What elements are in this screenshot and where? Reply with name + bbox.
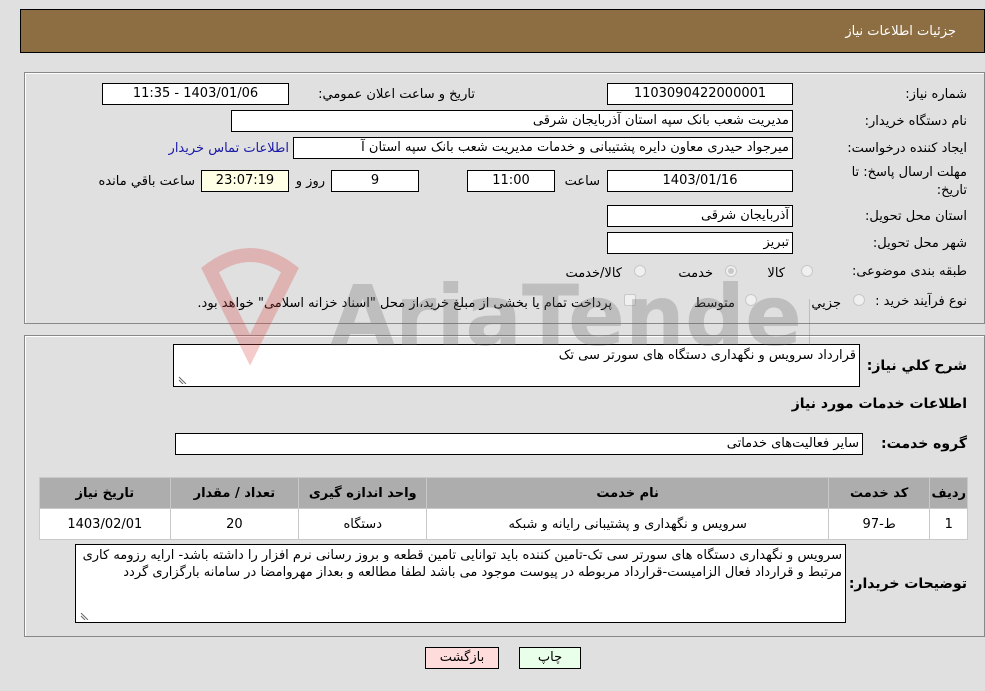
province-field[interactable]: آذربايجان شرقی (607, 205, 793, 227)
announce-datetime-label: تاريخ و ساعت اعلان عمومي: (318, 87, 475, 102)
description-label: شرح کلي نياز: (866, 358, 967, 374)
description-textarea[interactable]: قرارداد سرويس و نگهداری دستگاه های سورتر… (173, 344, 860, 387)
purchase-type-label: نوع فرآيند خريد : (875, 294, 967, 309)
category-radio-service[interactable] (725, 265, 737, 277)
category-option-goods-service: کالا/خدمت (565, 266, 622, 281)
service-group-field[interactable]: ساير فعاليت‌های خدماتی (175, 433, 863, 455)
deadline-label-line1: مهلت ارسال پاسخ: تا (851, 165, 967, 180)
cell-quantity: 20 (170, 509, 299, 539)
print-button[interactable]: چاپ (519, 647, 581, 669)
remaining-days-field[interactable]: 9 (331, 170, 419, 192)
category-option-service: خدمت (678, 266, 713, 281)
col-header-unit: واحد اندازه گيری (299, 478, 427, 508)
province-label: استان محل تحويل: (865, 209, 967, 224)
treasury-note: پرداخت تمام يا بخشی از مبلغ خريد،از محل … (197, 296, 612, 311)
need-number-label: شماره نیاز: (905, 87, 967, 102)
description-text: قرارداد سرويس و نگهداری دستگاه های سورتر… (558, 348, 856, 363)
deadline-label-line2: تاريخ: (936, 183, 967, 198)
buyer-notes-textarea[interactable]: سرويس و نگهداری دستگاه های سورتر سی تک-ت… (75, 544, 846, 623)
cell-need-date: 1403/02/01 (40, 509, 170, 539)
cell-service-code: ط-97 (828, 509, 930, 539)
days-label: روز و (295, 174, 325, 189)
resize-grip-icon[interactable] (79, 610, 89, 620)
purchase-option-minor: جزيي (811, 296, 841, 311)
page-title: جزئیات اطلاعات نیاز (845, 24, 956, 39)
services-table: رديف کد خدمت نام خدمت واحد اندازه گيری ت… (39, 477, 968, 540)
requester-label: ايجاد کننده درخواست: (847, 141, 967, 156)
table-row: 1 ط-97 سرويس و نگهداری و پشتيبانی رايانه… (40, 509, 967, 539)
treasury-checkbox[interactable] (624, 294, 636, 306)
col-header-service-name: نام خدمت (427, 478, 828, 508)
cell-row-number: 1 (930, 509, 967, 539)
buyer-contact-link[interactable]: اطلاعات تماس خريدار (169, 141, 289, 156)
category-option-goods: کالا (767, 266, 785, 281)
cell-service-name: سرويس و نگهداری و پشتيبانی رايانه و شبکه (427, 509, 828, 539)
purchase-radio-medium[interactable] (745, 294, 757, 306)
service-group-label: گروه خدمت: (881, 436, 967, 452)
deadline-time-field[interactable]: 11:00 (467, 170, 555, 192)
page-header: جزئیات اطلاعات نیاز (20, 9, 985, 53)
col-header-row-number: رديف (930, 478, 967, 508)
remaining-time-label: ساعت باقي مانده (98, 174, 195, 189)
col-header-service-code: کد خدمت (828, 478, 930, 508)
requester-field[interactable]: ميرجواد حيدری معاون دايره پشتيبانی و خدم… (293, 137, 793, 159)
col-header-need-date: تاريخ نياز (40, 478, 170, 508)
buyer-org-field[interactable]: مديريت شعب بانک سپه استان آذربايجان شرقی (231, 110, 793, 132)
services-section-title: اطلاعات خدمات مورد نياز (791, 396, 967, 412)
buyer-notes-text: سرويس و نگهداری دستگاه های سورتر سی تک-ت… (82, 548, 842, 580)
buyer-org-label: نام دستگاه خريدار: (864, 114, 967, 129)
announce-datetime-field[interactable]: 1403/01/06 - 11:35 (102, 83, 289, 105)
category-radio-goods[interactable] (801, 265, 813, 277)
back-button[interactable]: بازگشت (425, 647, 499, 669)
col-header-quantity: تعداد / مقدار (170, 478, 299, 508)
remaining-time-field: 23:07:19 (201, 170, 289, 192)
buyer-notes-label: توضيحات خريدار: (848, 576, 967, 592)
city-label: شهر محل تحويل: (872, 236, 967, 251)
deadline-time-label: ساعت (564, 174, 600, 189)
resize-grip-icon[interactable] (177, 374, 187, 384)
city-field[interactable]: تبريز (607, 232, 793, 254)
table-header-row: رديف کد خدمت نام خدمت واحد اندازه گيری ت… (40, 478, 967, 508)
purchase-option-medium: متوسط (694, 296, 735, 311)
purchase-radio-minor[interactable] (853, 294, 865, 306)
cell-unit: دستگاه (299, 509, 427, 539)
category-radio-goods-service[interactable] (634, 265, 646, 277)
deadline-date-field[interactable]: 1403/01/16 (607, 170, 793, 192)
need-number-field[interactable]: 1103090422000001 (607, 83, 793, 105)
category-label: طبقه بندی موضوعی: (851, 264, 967, 279)
